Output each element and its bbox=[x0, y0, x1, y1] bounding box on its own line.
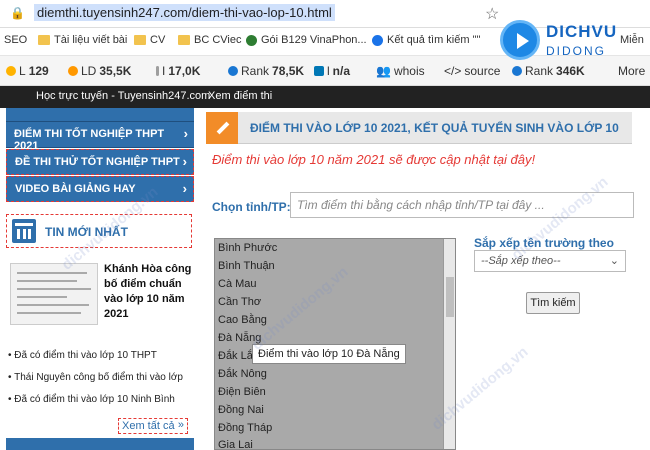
sidebar-menu-cutoff[interactable] bbox=[6, 108, 194, 122]
sidebar-menu-diem-thi-tot-nghiep[interactable]: ĐIỂM THI TỐT NGHIỆP THPT 2021 › bbox=[6, 122, 194, 152]
sort-label: Sắp xếp tên trường theo bbox=[474, 236, 614, 250]
dichvudidong-logo: DICHVU DIDONG bbox=[500, 20, 650, 66]
province-option[interactable]: Cà Mau bbox=[218, 278, 257, 294]
sidebar-menu-video-bai-giang[interactable]: VIDEO BÀI GIẢNG HAY › bbox=[6, 176, 194, 202]
sort-select[interactable]: --Sắp xếp theo-- ⌄ bbox=[474, 250, 626, 272]
news-link-1[interactable]: • Đã có điểm thi vào lớp 10 THPT bbox=[8, 350, 157, 361]
seo-ln[interactable]: l n/a bbox=[314, 64, 350, 78]
province-search-input[interactable]: Tìm điểm thi bằng cách nhập tỉnh/TP tại … bbox=[290, 192, 634, 218]
bookmark-tai-lieu[interactable]: Tài liệu viết bài bbox=[38, 34, 127, 46]
seo-l[interactable]: L 129 bbox=[6, 64, 49, 78]
seo-ld[interactable]: LD 35,5K bbox=[68, 64, 131, 78]
province-option[interactable]: Đắk Nông bbox=[218, 368, 267, 384]
bookmark-star-icon[interactable]: ☆ bbox=[485, 4, 499, 24]
sidebar-bottom-block bbox=[6, 438, 194, 450]
featured-news-title[interactable]: Khánh Hòa công bố điểm chuẩn vào lớp 10 … bbox=[104, 262, 196, 322]
folder-icon bbox=[178, 35, 190, 45]
province-option[interactable]: Đồng Tháp bbox=[218, 422, 272, 438]
chevron-right-icon: › bbox=[183, 126, 188, 141]
province-option[interactable]: Bình Thuận bbox=[218, 260, 275, 276]
province-option[interactable]: Đồng Nai bbox=[218, 404, 264, 420]
bookmark-seo[interactable]: SEO bbox=[4, 34, 27, 46]
folder-icon bbox=[134, 35, 146, 45]
news-thumbnail[interactable] bbox=[10, 263, 98, 325]
main-content: ĐIỂM THI VÀO LỚP 10 2021, KẾT QUẢ TUYỂN … bbox=[206, 108, 650, 450]
province-option[interactable]: Cần Thơ bbox=[218, 296, 261, 312]
l-icon bbox=[6, 66, 16, 76]
folder-icon bbox=[38, 35, 50, 45]
search-button[interactable]: Tìm kiếm bbox=[526, 292, 580, 314]
news-heading: TIN MỚI NHẤT bbox=[6, 214, 192, 248]
news-link-3[interactable]: • Đã có điểm thi vào lớp 10 Ninh Bình bbox=[8, 394, 175, 405]
province-option[interactable]: Gia Lai bbox=[218, 439, 253, 449]
seo-source[interactable]: </> source bbox=[444, 64, 500, 78]
seo-whois[interactable]: 👥 whois bbox=[376, 64, 425, 78]
site-top-nav: Học trực tuyến - Tuyensinh247.com Xem đi… bbox=[0, 86, 650, 108]
seo-rank2[interactable]: Rank 346K bbox=[512, 64, 585, 78]
chevron-right-icon: › bbox=[182, 154, 187, 169]
province-option[interactable]: Bình Phước bbox=[218, 242, 277, 258]
seo-more[interactable]: More bbox=[618, 64, 645, 78]
chevron-right-icon: › bbox=[182, 181, 187, 196]
i-icon bbox=[156, 66, 159, 76]
people-icon: 👥 bbox=[376, 64, 391, 78]
google-icon bbox=[372, 34, 383, 46]
scrollbar-thumb[interactable] bbox=[446, 277, 454, 317]
lock-icon: 🔒 bbox=[10, 6, 25, 20]
pencil-icon bbox=[206, 112, 238, 144]
bookmark-goi-b129[interactable]: Gói B129 VinaPhon... bbox=[246, 34, 367, 46]
section-header: ĐIỂM THI VÀO LỚP 10 2021, KẾT QUẢ TUYỂN … bbox=[206, 112, 632, 144]
play-icon bbox=[500, 20, 540, 60]
seo-rank[interactable]: Rank 78,5K bbox=[228, 64, 304, 78]
sidebar-menu-de-thi-thu[interactable]: ĐỀ THI THỬ TỐT NGHIỆP THPT › bbox=[6, 149, 194, 175]
listbox-scrollbar[interactable] bbox=[443, 239, 455, 449]
hover-tooltip: Điểm thi vào lớp 10 Đà Nẵng bbox=[252, 344, 406, 364]
chevron-down-icon: ⌄ bbox=[609, 255, 619, 267]
ld-icon bbox=[68, 66, 78, 76]
bookmark-ket-qua[interactable]: Kết quả tìm kiếm "" bbox=[372, 34, 480, 46]
update-notice: Điểm thi vào lớp 10 năm 2021 sẽ được cập… bbox=[212, 152, 536, 167]
bookmark-bc-cviec[interactable]: BC CViec bbox=[178, 34, 241, 46]
logo-line1: DICHVU bbox=[546, 22, 618, 41]
url-text[interactable]: diemthi.tuyensinh247.com/diem-thi-vao-lo… bbox=[34, 4, 335, 21]
bookmark-cv[interactable]: CV bbox=[134, 34, 165, 46]
site-icon bbox=[246, 34, 257, 46]
bank-icon bbox=[12, 219, 36, 243]
rank-icon bbox=[512, 66, 522, 76]
seo-i[interactable]: I 17,0K bbox=[156, 64, 200, 78]
rank-icon bbox=[228, 66, 238, 76]
province-label: Chọn tỉnh/TP: bbox=[212, 200, 291, 214]
news-link-2[interactable]: • Thái Nguyên công bố điểm thi vào lớp bbox=[8, 372, 183, 383]
linkedin-icon bbox=[314, 66, 324, 76]
code-icon: </> bbox=[444, 64, 462, 78]
nav-xem-diem-thi[interactable]: Xem điểm thi bbox=[208, 90, 272, 102]
section-title: ĐIỂM THI VÀO LỚP 10 2021, KẾT QUẢ TUYỂN … bbox=[250, 121, 619, 135]
province-option[interactable]: Điện Biên bbox=[218, 386, 266, 402]
see-all-link[interactable]: Xem tất cả» bbox=[118, 418, 188, 434]
logo-line2: DIDONG bbox=[546, 44, 606, 58]
nav-hoc-truc-tuyen[interactable]: Học trực tuyến - Tuyensinh247.com bbox=[36, 90, 210, 102]
double-chevron-right-icon: » bbox=[177, 419, 184, 431]
province-option[interactable]: Cao Bằng bbox=[218, 314, 267, 330]
